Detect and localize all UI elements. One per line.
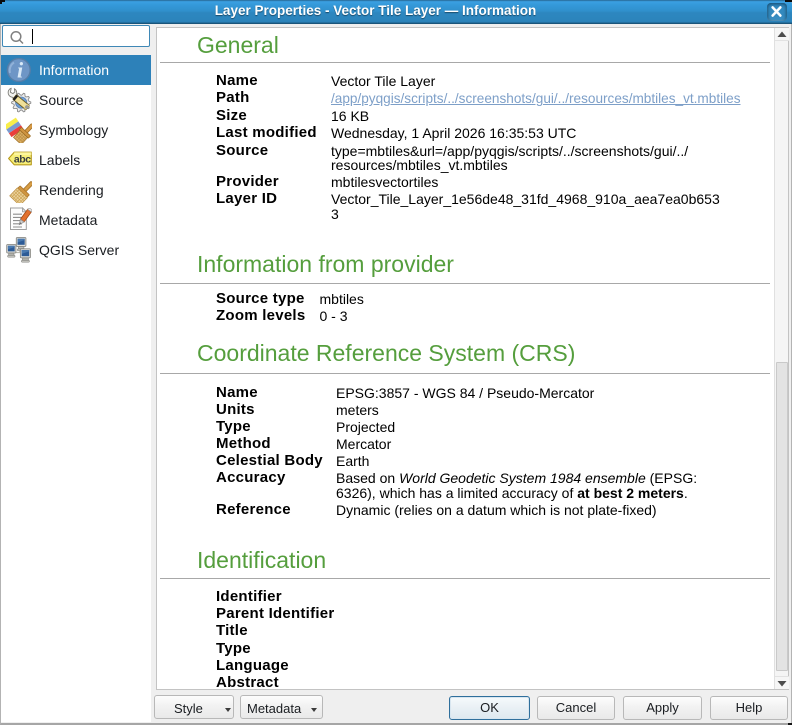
svg-text:i: i xyxy=(17,57,24,82)
svg-text:abc: abc xyxy=(14,153,31,165)
